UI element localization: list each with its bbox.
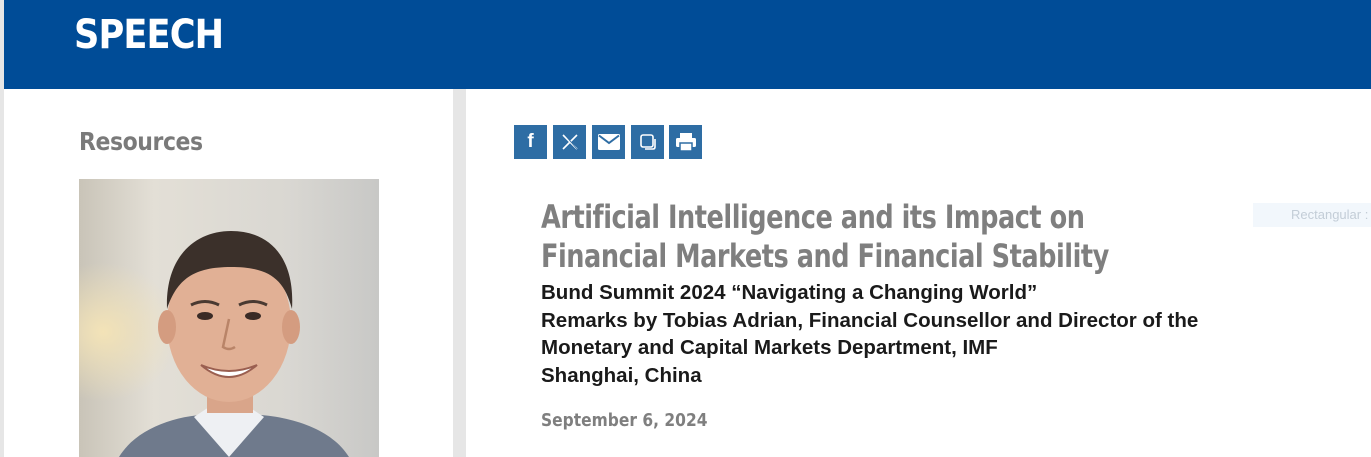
speaker-line: Remarks by Tobias Adrian, Financial Coun… [541, 308, 1199, 332]
speaker-photo[interactable] [79, 179, 379, 457]
column-divider [453, 89, 466, 457]
copy-link-icon [639, 134, 656, 150]
annotation-overlay-label: Rectangular : [1253, 203, 1371, 227]
facebook-share-button[interactable]: f [514, 125, 547, 159]
department-line: Monetary and Capital Markets Department,… [541, 336, 998, 359]
event-line: Bund Summit 2024 “Navigating a Changing … [541, 281, 1038, 304]
email-share-button[interactable] [592, 125, 625, 159]
page-title: Artificial Intelligence and its Impact o… [541, 198, 1109, 275]
x-share-button[interactable] [553, 125, 586, 159]
print-icon [675, 133, 696, 152]
print-button[interactable] [669, 125, 702, 159]
publish-date: September 6, 2024 [541, 410, 708, 431]
banner-title: SPEECH [74, 12, 224, 58]
location-line: Shanghai, China [541, 363, 702, 387]
x-icon [561, 134, 578, 150]
copy-link-button[interactable] [631, 125, 664, 159]
email-icon [597, 134, 620, 150]
resources-heading: Resources [79, 127, 203, 156]
section-banner: SPEECH [4, 0, 1371, 89]
speech-subtitle: Bund Summit 2024 “Navigating a Changing … [541, 279, 1301, 389]
speaker-photo-image [79, 179, 379, 457]
facebook-icon: f [527, 131, 534, 152]
